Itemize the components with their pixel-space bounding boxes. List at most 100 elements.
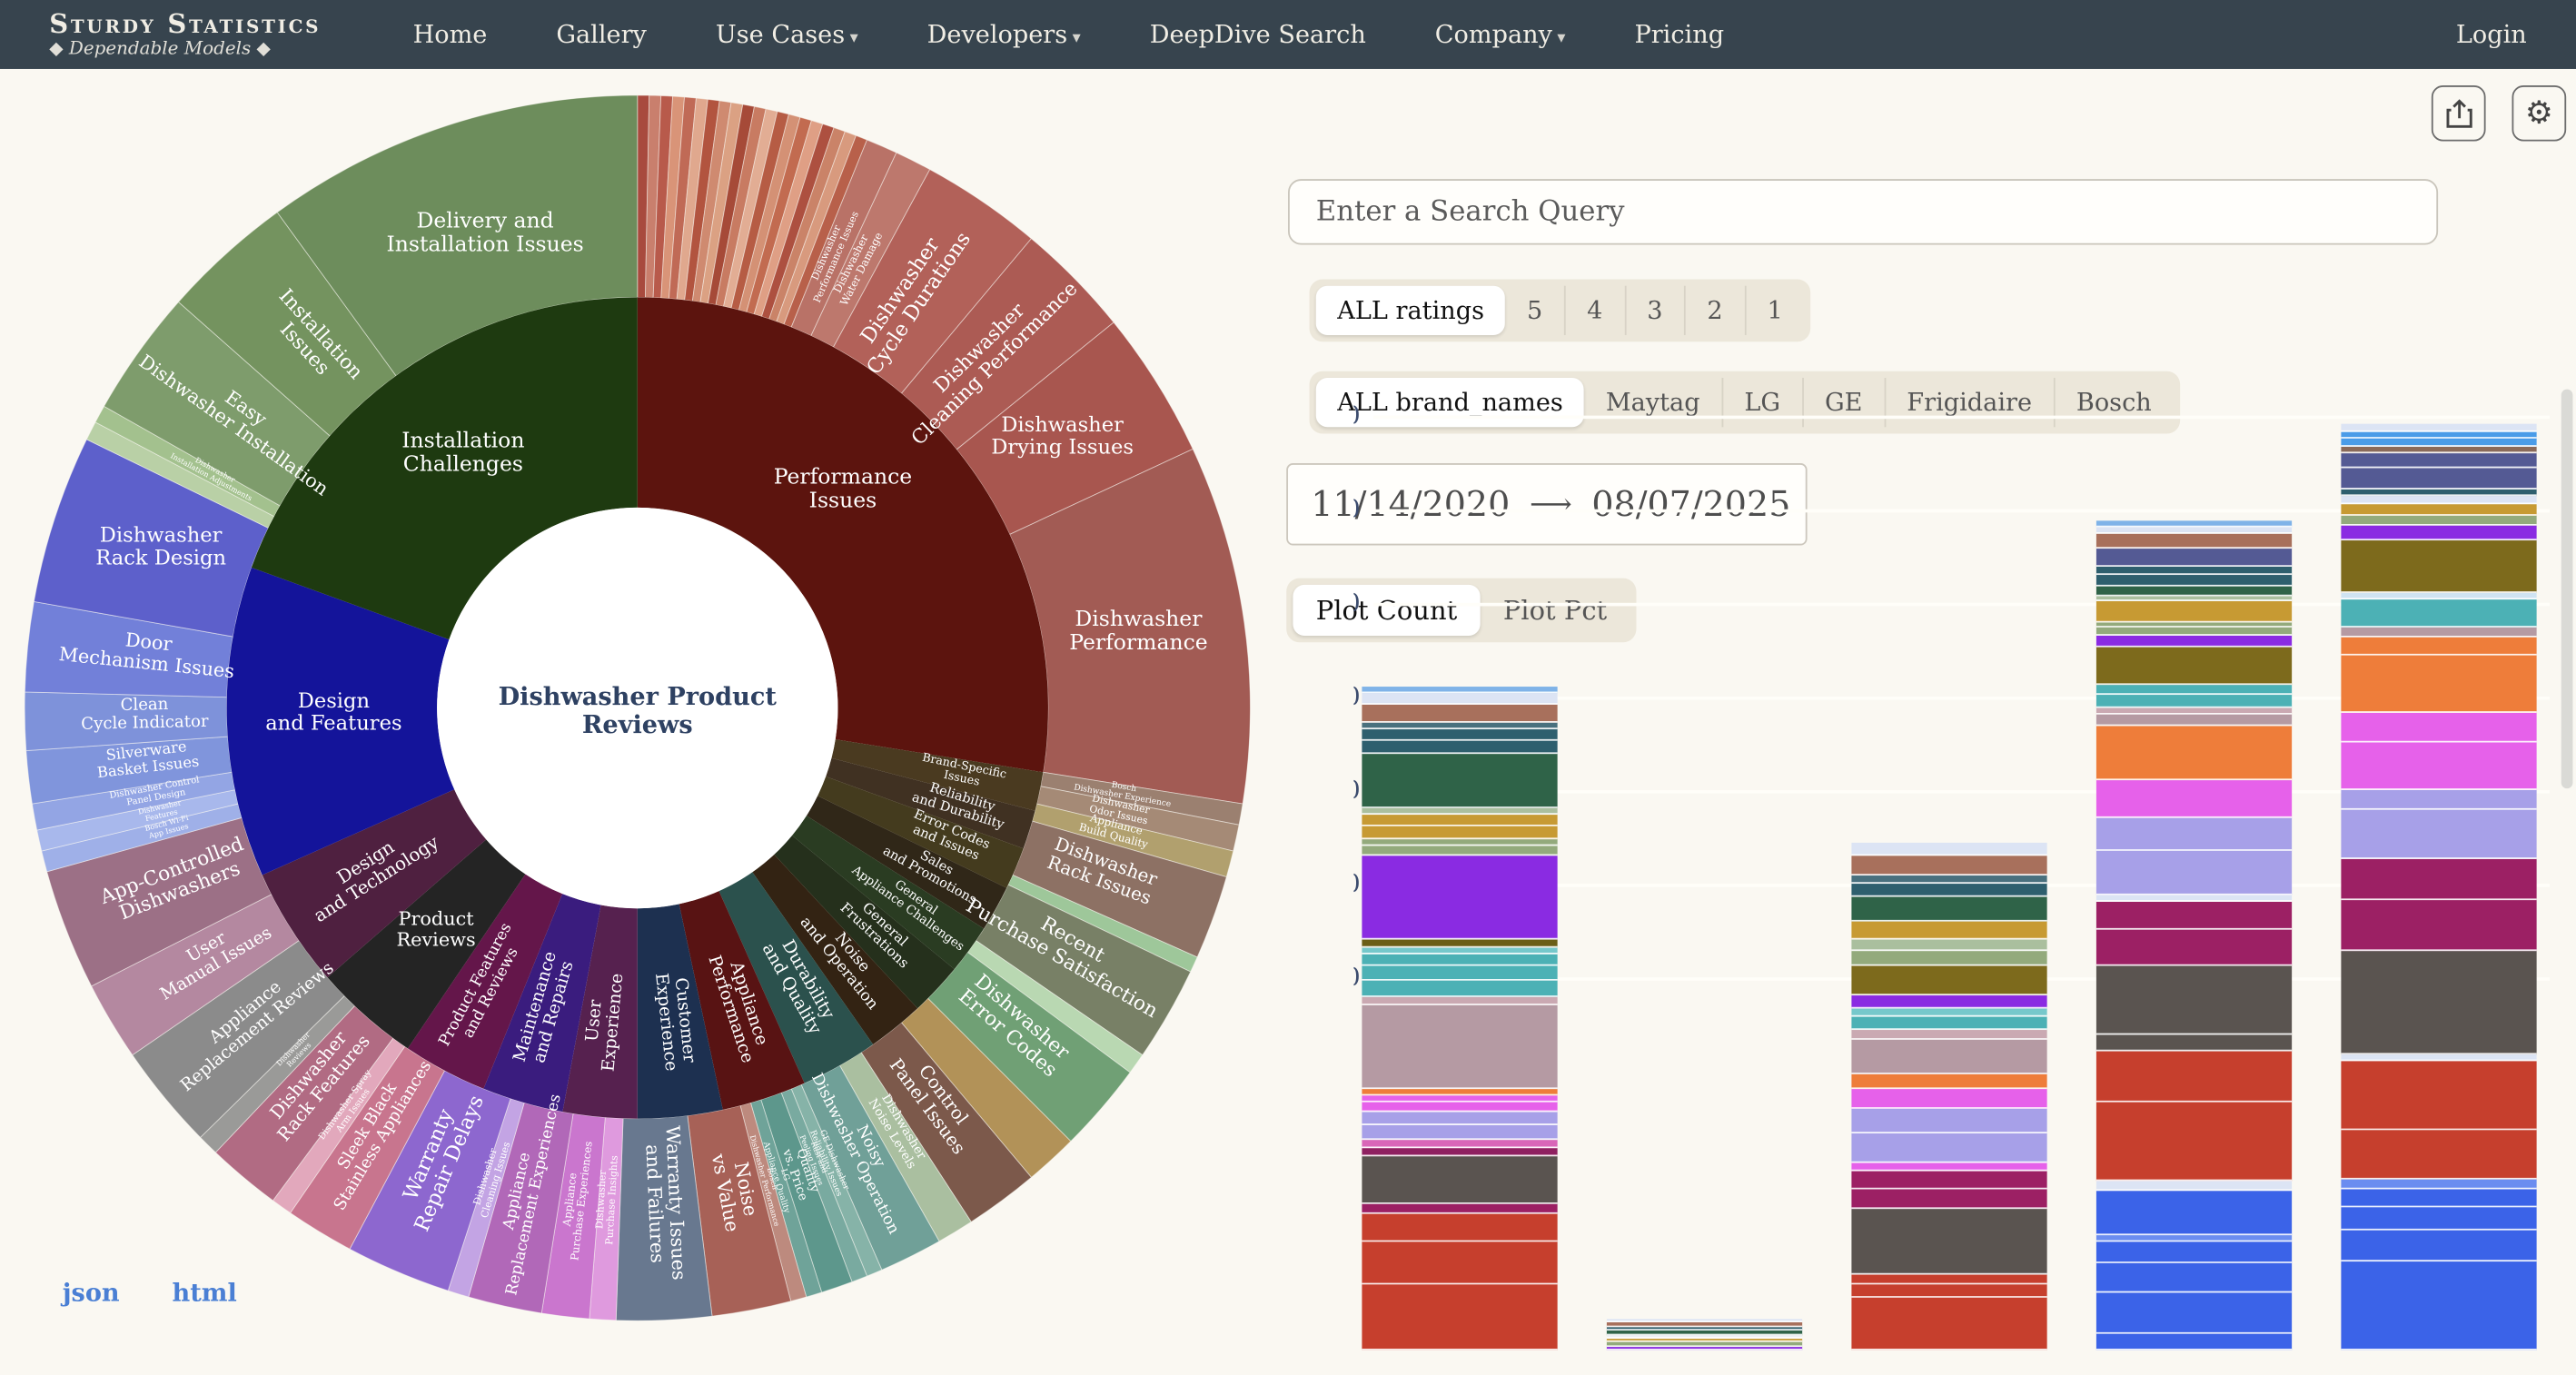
bar-segment[interactable] <box>2096 1035 2292 1051</box>
bar-segment[interactable] <box>2341 504 2536 517</box>
nav-item-deepdive-search[interactable]: DeepDive Search <box>1150 20 1366 50</box>
bar-segment[interactable] <box>1851 939 2046 950</box>
bar-segment[interactable] <box>2096 966 2292 1036</box>
bar-segment[interactable] <box>2341 540 2536 593</box>
settings-button[interactable]: ⚙ <box>2512 85 2567 141</box>
rating-option-1[interactable]: 1 <box>1744 286 1804 335</box>
bar-segment[interactable] <box>2341 424 2536 432</box>
bar-segment[interactable] <box>2341 901 2536 950</box>
bar-segment[interactable] <box>2096 635 2292 647</box>
bar-segment[interactable] <box>2341 1131 2536 1180</box>
bar-segment[interactable] <box>1362 846 1557 856</box>
bar-segment[interactable] <box>1851 1040 2046 1073</box>
bar-segment[interactable] <box>2341 627 2536 638</box>
stacked-bar-5[interactable] <box>2341 424 2536 1350</box>
bar-segment[interactable] <box>2096 1293 2292 1334</box>
bar-segment[interactable] <box>1362 1241 1557 1284</box>
bar-segment[interactable] <box>1362 954 1557 965</box>
bar-segment[interactable] <box>1851 856 2046 875</box>
bar-segment[interactable] <box>2341 469 2536 490</box>
bar-segment[interactable] <box>2096 1182 2292 1191</box>
bar-segment[interactable] <box>1362 1103 1557 1112</box>
bar-segment[interactable] <box>2341 431 2536 438</box>
bar-segment[interactable] <box>2341 517 2536 527</box>
bar-segment[interactable] <box>2096 1052 2292 1103</box>
bar-segment[interactable] <box>2096 685 2292 695</box>
bar-segment[interactable] <box>1851 1016 2046 1029</box>
rating-option-5[interactable]: 5 <box>1506 286 1564 335</box>
bar-segment[interactable] <box>2096 726 2292 781</box>
bar-segment[interactable] <box>2341 593 2536 599</box>
share-button[interactable] <box>2432 85 2486 141</box>
bar-segment[interactable] <box>2341 1207 2536 1231</box>
rating-option-4[interactable]: 4 <box>1564 286 1624 335</box>
bar-segment[interactable] <box>2341 490 2536 496</box>
bar-segment[interactable] <box>1851 1109 2046 1133</box>
bar-segment[interactable] <box>2341 1180 2536 1190</box>
bar-segment[interactable] <box>1851 1162 2046 1171</box>
bar-segment[interactable] <box>2096 534 2292 549</box>
bar-segment[interactable] <box>1362 1140 1557 1147</box>
bar-segment[interactable] <box>2341 1261 2536 1350</box>
bar-segment[interactable] <box>1851 897 2046 922</box>
brand-logo[interactable]: Sturdy Statistics ◆ Dependable Models ◆ <box>49 11 321 57</box>
bar-segment[interactable] <box>1362 807 1557 815</box>
bar-segment[interactable] <box>2096 1191 2292 1235</box>
nav-item-pricing[interactable]: Pricing <box>1634 20 1724 50</box>
bar-segment[interactable] <box>2341 656 2536 713</box>
nav-item-use-cases[interactable]: Use Cases▾ <box>716 20 858 50</box>
bar-segment[interactable] <box>1851 1133 2046 1162</box>
bar-segment[interactable] <box>1362 1112 1557 1125</box>
bar-segment[interactable] <box>2096 527 2292 534</box>
rating-option-all-ratings[interactable]: ALL ratings <box>1316 286 1506 335</box>
stacked-bar-3[interactable] <box>1851 843 2046 1350</box>
bar-segment[interactable] <box>1851 1008 2046 1016</box>
bar-segment[interactable] <box>1851 875 2046 884</box>
bar-segment[interactable] <box>2096 1263 2292 1293</box>
bar-segment[interactable] <box>1362 1213 1557 1241</box>
bar-segment[interactable] <box>2341 452 2536 469</box>
bar-segment[interactable] <box>2341 743 2536 789</box>
bar-segment[interactable] <box>1851 885 2046 897</box>
bar-segment[interactable] <box>2096 628 2292 635</box>
bar-segment[interactable] <box>1851 1089 2046 1109</box>
bar-segment[interactable] <box>2341 810 2536 859</box>
bar-segment[interactable] <box>1362 1284 1557 1350</box>
bar-segment[interactable] <box>1851 1274 2046 1285</box>
bar-segment[interactable] <box>2341 950 2536 1055</box>
bar-segment[interactable] <box>1362 1156 1557 1204</box>
stacked-bar-4[interactable] <box>2096 520 2292 1350</box>
bar-segment[interactable] <box>2096 1334 2292 1350</box>
html-link[interactable]: html <box>173 1278 237 1308</box>
bar-segment[interactable] <box>2096 695 2292 707</box>
bar-segment[interactable] <box>1362 839 1557 846</box>
stacked-bar-chart[interactable]: 4000350030002500200015001000 <box>1353 394 2550 1350</box>
bar-segment[interactable] <box>2341 1231 2536 1261</box>
bar-segment[interactable] <box>1362 722 1557 729</box>
rating-option-3[interactable]: 3 <box>1624 286 1684 335</box>
scrollbar-thumb[interactable] <box>2561 390 2573 789</box>
bar-segment[interactable] <box>1851 1285 2046 1298</box>
bar-segment[interactable] <box>2096 588 2292 597</box>
bar-segment[interactable] <box>1851 1073 2046 1089</box>
bar-segment[interactable] <box>2341 789 2536 810</box>
bar-segment[interactable] <box>1362 816 1557 826</box>
bar-segment[interactable] <box>1362 826 1557 839</box>
bar-segment[interactable] <box>1362 705 1557 723</box>
bar-segment[interactable] <box>1851 1209 2046 1274</box>
bar-segment[interactable] <box>1851 950 2046 965</box>
nav-item-home[interactable]: Home <box>413 20 488 50</box>
login-button[interactable]: Login <box>2456 20 2527 50</box>
bar-segment[interactable] <box>1851 965 2046 994</box>
bar-segment[interactable] <box>2096 895 2292 902</box>
bar-segment[interactable] <box>2341 1190 2536 1207</box>
bar-segment[interactable] <box>1362 997 1557 1006</box>
bar-segment[interactable] <box>2096 1241 2292 1263</box>
bar-segment[interactable] <box>2341 439 2536 447</box>
bar-segment[interactable] <box>1851 994 2046 1007</box>
bar-segment[interactable] <box>2341 446 2536 452</box>
bar-segment[interactable] <box>1362 1095 1557 1103</box>
bar-segment[interactable] <box>2341 1055 2536 1062</box>
bar-segment[interactable] <box>2341 496 2536 504</box>
bar-segment[interactable] <box>2096 602 2292 622</box>
